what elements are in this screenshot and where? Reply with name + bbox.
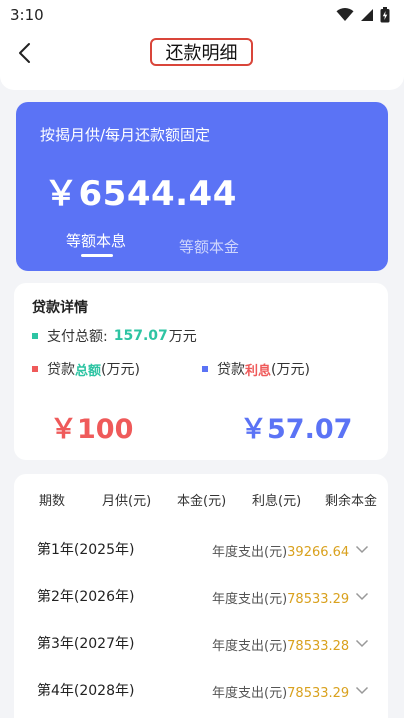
status-bar: 3:10	[0, 0, 404, 30]
monthly-payment-amount: ￥6544.44	[44, 174, 237, 214]
annual-expense-label: 年度支出(元)	[212, 639, 288, 654]
interest-unit: (万元)	[271, 362, 310, 378]
table-header-remaining: 剩余本金	[325, 494, 378, 509]
annual-expense-value: 78533.28	[287, 639, 350, 654]
interest-legend: 贷款 利息 (万元)	[202, 359, 310, 379]
battery-icon	[380, 7, 390, 23]
principal-value: ￥100	[50, 414, 134, 445]
annual-expense-label: 年度支出(元)	[212, 592, 288, 607]
payment-subtitle: 按揭月供/每月还款额固定	[40, 126, 211, 144]
interest-value: ￥57.07	[240, 414, 353, 445]
principal-legend: 贷款 总额 (万元)	[32, 359, 140, 379]
page-title: 还款明细	[150, 38, 253, 66]
chevron-down-icon[interactable]	[355, 636, 369, 650]
principal-prefix: 贷款	[47, 362, 75, 378]
principal-unit: (万元)	[101, 362, 140, 378]
principal-highlight: 总额	[75, 363, 102, 379]
year-label: 第4年(2028年)	[37, 683, 135, 699]
table-row[interactable]: 第1年(2025年) 年度支出(元)39266.64	[14, 534, 388, 564]
annual-expense: 年度支出(元)39266.64	[212, 541, 349, 560]
annual-expense-label: 年度支出(元)	[212, 545, 288, 560]
table-row[interactable]: 第3年(2027年) 年度支出(元)78533.28	[14, 628, 388, 658]
signal-icon	[361, 9, 373, 21]
green-dot-icon	[32, 333, 38, 339]
red-dot-icon	[32, 366, 38, 372]
table-row[interactable]: 第2年(2026年) 年度支出(元)78533.29	[14, 581, 388, 611]
table-header-principal: 本金(元)	[177, 494, 227, 509]
table-header-interest: 利息(元)	[252, 494, 302, 509]
total-payment-value: 157.07	[113, 328, 168, 344]
year-label: 第2年(2026年)	[37, 589, 135, 605]
annual-expense-value: 78533.29	[287, 686, 350, 701]
annual-expense: 年度支出(元)78533.29	[212, 588, 349, 607]
active-tab-indicator	[81, 254, 113, 257]
annual-expense: 年度支出(元)78533.29	[212, 682, 349, 701]
annual-expense-value: 39266.64	[287, 545, 350, 560]
total-payment-unit: 万元	[168, 329, 197, 345]
back-arrow-icon	[19, 43, 30, 63]
wifi-icon	[336, 8, 354, 21]
interest-prefix: 贷款	[217, 362, 245, 378]
chevron-down-icon[interactable]	[355, 683, 369, 697]
total-payment-label: 支付总额:	[47, 329, 108, 345]
annual-expense-value: 78533.29	[287, 592, 350, 607]
payment-summary-card: 按揭月供/每月还款额固定 ￥6544.44 等额本息 等额本金	[16, 102, 388, 271]
status-icons	[336, 7, 390, 23]
table-row[interactable]: 第4年(2028年) 年度支出(元)78533.29	[14, 675, 388, 705]
chevron-down-icon[interactable]	[355, 542, 369, 556]
loan-details-title: 贷款详情	[32, 300, 88, 316]
table-header-period: 期数	[39, 494, 66, 509]
blue-dot-icon	[202, 366, 208, 372]
table-header-monthly: 月供(元)	[102, 494, 152, 509]
tab-equal-principal[interactable]: 等额本金	[179, 236, 239, 257]
year-label: 第3年(2027年)	[37, 636, 135, 652]
status-time: 3:10	[10, 6, 44, 24]
chevron-down-icon[interactable]	[355, 589, 369, 603]
year-label: 第1年(2025年)	[37, 542, 135, 558]
interest-highlight: 利息	[245, 363, 272, 379]
loan-details-card: 贷款详情 支付总额: 157.07 万元 贷款 总额 (万元) 贷款 利息 (万…	[14, 283, 388, 460]
annual-expense: 年度支出(元)78533.28	[212, 635, 349, 654]
total-payment-row: 支付总额: 157.07 万元	[32, 326, 197, 346]
back-button[interactable]	[10, 38, 40, 68]
annual-expense-label: 年度支出(元)	[212, 686, 288, 701]
repayment-schedule-card: 期数 月供(元) 本金(元) 利息(元) 剩余本金 第1年(2025年) 年度支…	[14, 474, 388, 718]
nav-bar: 还款明细	[0, 30, 404, 90]
tab-equal-installment[interactable]: 等额本息	[66, 230, 126, 251]
